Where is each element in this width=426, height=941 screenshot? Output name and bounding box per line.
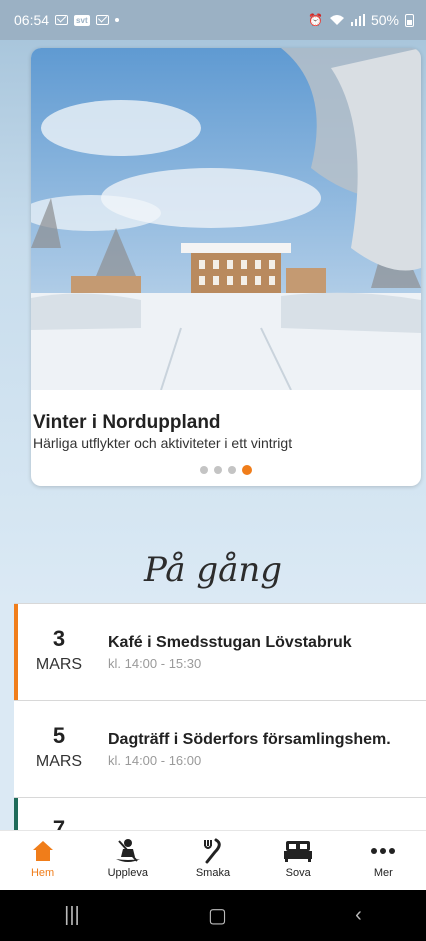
carousel-dot[interactable]	[228, 466, 236, 474]
home-icon	[32, 841, 53, 861]
event-month: MARS	[35, 656, 83, 673]
svt-icon: svt	[74, 14, 90, 26]
tab-label: Mer	[373, 867, 393, 879]
mail-icon	[55, 15, 69, 25]
featured-title: Vinter i Norduppland	[33, 412, 221, 433]
list-item[interactable]: 3 MARS Kafé i Smedsstugan Lövstabruk kl.…	[14, 603, 426, 700]
event-day: 5	[52, 723, 66, 748]
bed-icon	[284, 841, 313, 862]
mail-icon	[95, 15, 109, 25]
tab-label: Sova	[285, 867, 311, 879]
event-title: Dagträff i Söderfors församlingshem.	[108, 731, 391, 748]
signal-icon	[350, 14, 365, 26]
tab-smaka[interactable]: Smaka	[173, 831, 253, 879]
bottom-tab-bar: Hem Uppleva Smaka Sova Mer	[0, 830, 426, 891]
list-item[interactable]: 5 MARS Dagträff i Söderfors församlingsh…	[14, 700, 426, 797]
carousel-dot[interactable]	[214, 466, 222, 474]
featured-card[interactable]: Vinter i Norduppland Härliga utflykter o…	[31, 48, 421, 486]
home-content[interactable]: Vinter i Norduppland Härliga utflykter o…	[0, 40, 426, 830]
tab-mer[interactable]: Mer	[343, 831, 423, 879]
recents-button[interactable]: |||	[64, 904, 80, 927]
event-time: kl. 14:00 - 16:00	[108, 753, 202, 768]
carousel-dot[interactable]	[200, 466, 208, 474]
event-list[interactable]: 3 MARS Kafé i Smedsstugan Lövstabruk kl.…	[14, 603, 426, 830]
kayak-icon	[115, 839, 140, 862]
back-button[interactable]: ‹	[355, 904, 362, 927]
notification-dot-icon	[114, 18, 119, 22]
more-icon	[371, 848, 396, 854]
event-time: kl. 14:00 - 15:30	[108, 656, 202, 671]
status-bar: 06:54 svt ⏰ 50%	[0, 0, 426, 40]
tab-label: Hem	[30, 867, 55, 879]
status-time: 06:54	[14, 12, 50, 28]
tab-uppleva[interactable]: Uppleva	[88, 831, 168, 879]
wifi-icon	[329, 15, 344, 25]
section-heading: På gång	[143, 550, 283, 590]
event-day: 7	[52, 816, 66, 830]
carousel-dot-active[interactable]	[242, 465, 252, 475]
event-month: MARS	[35, 753, 83, 770]
utensils-icon	[203, 838, 221, 864]
alarm-icon: ⏰	[308, 13, 323, 27]
battery-percent: 50%	[370, 12, 399, 28]
event-accent-bar	[14, 604, 18, 700]
tab-label: Smaka	[195, 867, 231, 879]
tab-sova[interactable]: Sova	[258, 831, 338, 879]
event-day: 3	[52, 626, 66, 651]
event-title: Kafé i Smedsstugan Lövstabruk	[108, 634, 352, 651]
tab-hem[interactable]: Hem	[3, 831, 83, 879]
featured-subtitle: Härliga utflykter och aktiviteter i ett …	[33, 435, 293, 451]
system-navigation-bar: ||| ▢ ‹	[0, 890, 426, 941]
featured-image	[31, 48, 421, 390]
carousel-indicator[interactable]	[31, 465, 421, 475]
tab-label: Uppleva	[107, 867, 148, 879]
battery-icon	[405, 13, 414, 27]
home-button[interactable]: ▢	[208, 903, 227, 928]
list-item[interactable]: 7	[14, 797, 426, 830]
